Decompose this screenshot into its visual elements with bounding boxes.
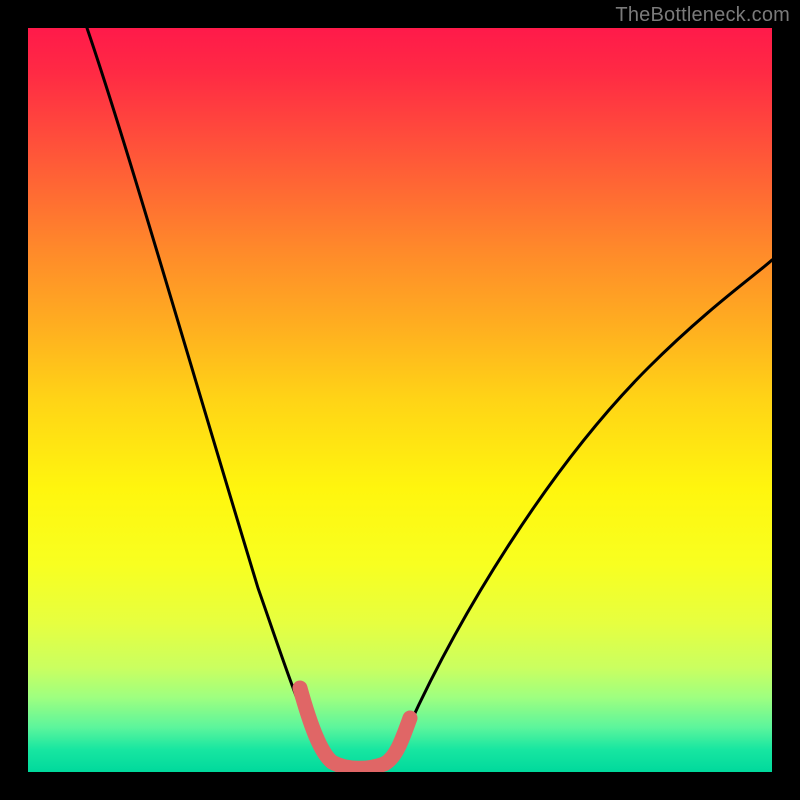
chart-frame: TheBottleneck.com [0, 0, 800, 800]
plot-area [28, 28, 772, 772]
optimal-range-highlight [300, 688, 410, 768]
watermark-text: TheBottleneck.com [615, 4, 790, 27]
bottleneck-curve [87, 28, 772, 767]
curve-layer [28, 28, 772, 772]
